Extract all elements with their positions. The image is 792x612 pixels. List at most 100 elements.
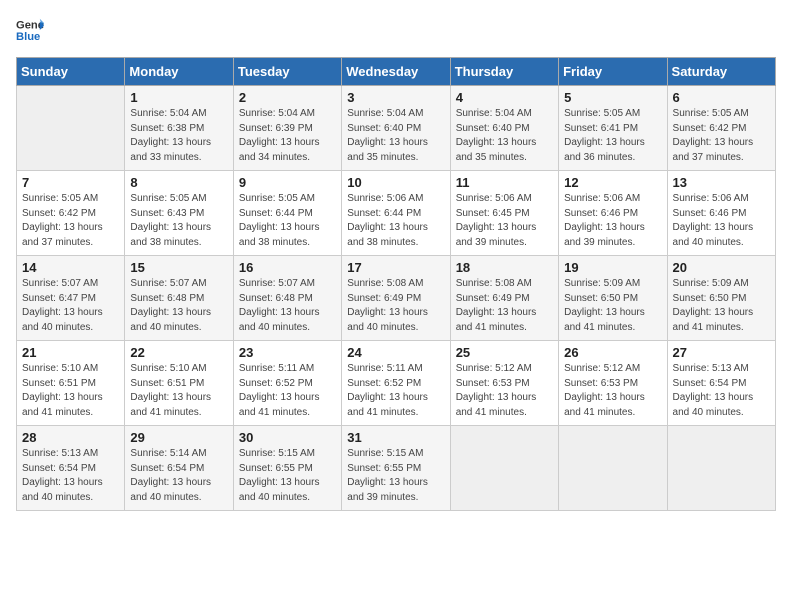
day-number: 23: [239, 345, 336, 360]
calendar-day-cell: 24Sunrise: 5:11 AMSunset: 6:52 PMDayligh…: [342, 341, 450, 426]
calendar-day-cell: 15Sunrise: 5:07 AMSunset: 6:48 PMDayligh…: [125, 256, 233, 341]
calendar-week-row: 14 Sunrise: 5:07 AMSunset: 6:47 PMDayligh…: [17, 256, 776, 341]
calendar-day-cell: 18Sunrise: 5:08 AMSunset: 6:49 PMDayligh…: [450, 256, 558, 341]
calendar-day-cell: 17 Sunrise: 5:08 AMSunset: 6:49 PMDayligh…: [342, 256, 450, 341]
calendar-week-row: 28 Sunrise: 5:13 AMSunset: 6:54 PMDayligh…: [17, 426, 776, 511]
calendar-day-cell: 12Sunrise: 5:06 AMSunset: 6:46 PMDayligh…: [559, 171, 667, 256]
day-info: Sunrise: 5:13 AMSunset: 6:54 PMDaylight:…: [22, 447, 119, 505]
calendar-day-cell: 20Sunrise: 5:09 AMSunset: 6:50 PMDayligh…: [667, 256, 775, 341]
day-info: Sunrise: 5:10 AMSunset: 6:51 PMDaylight:…: [130, 362, 227, 420]
day-info: Sunrise: 5:15 AMSunset: 6:55 PMDaylight:…: [239, 447, 336, 505]
day-number: 3: [347, 90, 444, 105]
calendar-day-cell: 16Sunrise: 5:07 AMSunset: 6:48 PMDayligh…: [233, 256, 341, 341]
calendar-day-cell: [17, 86, 125, 171]
col-header-monday: Monday: [125, 58, 233, 86]
day-number: 1: [130, 90, 227, 105]
day-info: Sunrise: 5:06 AMSunset: 6:46 PMDaylight:…: [673, 192, 770, 250]
calendar-day-cell: 10 Sunrise: 5:06 AMSunset: 6:44 PMDayligh…: [342, 171, 450, 256]
calendar-day-cell: 21 Sunrise: 5:10 AMSunset: 6:51 PMDayligh…: [17, 341, 125, 426]
day-info: Sunrise: 5:05 AMSunset: 6:42 PMDaylight:…: [22, 192, 119, 250]
day-number: 30: [239, 430, 336, 445]
calendar-day-cell: [559, 426, 667, 511]
day-number: 7: [22, 175, 119, 190]
day-info: Sunrise: 5:05 AMSunset: 6:41 PMDaylight:…: [564, 107, 661, 165]
day-info: Sunrise: 5:06 AMSunset: 6:45 PMDaylight:…: [456, 192, 553, 250]
calendar-day-cell: 5 Sunrise: 5:05 AMSunset: 6:41 PMDaylight…: [559, 86, 667, 171]
calendar-day-cell: 6 Sunrise: 5:05 AMSunset: 6:42 PMDaylight…: [667, 86, 775, 171]
calendar-day-cell: [667, 426, 775, 511]
day-number: 4: [456, 90, 553, 105]
day-info: Sunrise: 5:05 AMSunset: 6:43 PMDaylight:…: [130, 192, 227, 250]
calendar-day-cell: 31Sunrise: 5:15 AMSunset: 6:55 PMDayligh…: [342, 426, 450, 511]
day-number: 15: [130, 260, 227, 275]
day-number: 5: [564, 90, 661, 105]
calendar-table: SundayMondayTuesdayWednesdayThursdayFrid…: [16, 57, 776, 511]
day-number: 11: [456, 175, 553, 190]
day-number: 6: [673, 90, 770, 105]
calendar-day-cell: [450, 426, 558, 511]
day-number: 22: [130, 345, 227, 360]
calendar-day-cell: 14 Sunrise: 5:07 AMSunset: 6:47 PMDayligh…: [17, 256, 125, 341]
day-number: 28: [22, 430, 119, 445]
calendar-day-cell: 28 Sunrise: 5:13 AMSunset: 6:54 PMDayligh…: [17, 426, 125, 511]
calendar-day-cell: 13 Sunrise: 5:06 AMSunset: 6:46 PMDayligh…: [667, 171, 775, 256]
day-info: Sunrise: 5:13 AMSunset: 6:54 PMDaylight:…: [673, 362, 770, 420]
calendar-week-row: 21 Sunrise: 5:10 AMSunset: 6:51 PMDayligh…: [17, 341, 776, 426]
day-number: 21: [22, 345, 119, 360]
day-info: Sunrise: 5:09 AMSunset: 6:50 PMDaylight:…: [564, 277, 661, 335]
day-number: 13: [673, 175, 770, 190]
col-header-tuesday: Tuesday: [233, 58, 341, 86]
calendar-day-cell: 9Sunrise: 5:05 AMSunset: 6:44 PMDaylight…: [233, 171, 341, 256]
calendar-header-row: SundayMondayTuesdayWednesdayThursdayFrid…: [17, 58, 776, 86]
page-header: General Blue: [16, 16, 776, 49]
day-number: 12: [564, 175, 661, 190]
day-info: Sunrise: 5:07 AMSunset: 6:47 PMDaylight:…: [22, 277, 119, 335]
calendar-day-cell: 7 Sunrise: 5:05 AMSunset: 6:42 PMDaylight…: [17, 171, 125, 256]
col-header-sunday: Sunday: [17, 58, 125, 86]
calendar-day-cell: 29 Sunrise: 5:14 AMSunset: 6:54 PMDayligh…: [125, 426, 233, 511]
logo: General Blue: [16, 16, 44, 49]
calendar-day-cell: 8Sunrise: 5:05 AMSunset: 6:43 PMDaylight…: [125, 171, 233, 256]
day-number: 17: [347, 260, 444, 275]
calendar-day-cell: 30 Sunrise: 5:15 AMSunset: 6:55 PMDayligh…: [233, 426, 341, 511]
calendar-day-cell: 27Sunrise: 5:13 AMSunset: 6:54 PMDayligh…: [667, 341, 775, 426]
day-info: Sunrise: 5:04 AMSunset: 6:38 PMDaylight:…: [130, 107, 227, 165]
day-info: Sunrise: 5:04 AMSunset: 6:39 PMDaylight:…: [239, 107, 336, 165]
day-number: 25: [456, 345, 553, 360]
logo-icon: General Blue: [16, 16, 44, 44]
day-info: Sunrise: 5:08 AMSunset: 6:49 PMDaylight:…: [456, 277, 553, 335]
calendar-day-cell: 11 Sunrise: 5:06 AMSunset: 6:45 PMDayligh…: [450, 171, 558, 256]
col-header-friday: Friday: [559, 58, 667, 86]
day-info: Sunrise: 5:10 AMSunset: 6:51 PMDaylight:…: [22, 362, 119, 420]
day-info: Sunrise: 5:12 AMSunset: 6:53 PMDaylight:…: [564, 362, 661, 420]
day-number: 9: [239, 175, 336, 190]
col-header-thursday: Thursday: [450, 58, 558, 86]
day-number: 29: [130, 430, 227, 445]
calendar-day-cell: 22 Sunrise: 5:10 AMSunset: 6:51 PMDayligh…: [125, 341, 233, 426]
day-info: Sunrise: 5:14 AMSunset: 6:54 PMDaylight:…: [130, 447, 227, 505]
day-info: Sunrise: 5:12 AMSunset: 6:53 PMDaylight:…: [456, 362, 553, 420]
day-info: Sunrise: 5:05 AMSunset: 6:42 PMDaylight:…: [673, 107, 770, 165]
day-number: 20: [673, 260, 770, 275]
calendar-week-row: 7 Sunrise: 5:05 AMSunset: 6:42 PMDaylight…: [17, 171, 776, 256]
day-info: Sunrise: 5:04 AMSunset: 6:40 PMDaylight:…: [347, 107, 444, 165]
calendar-week-row: 1 Sunrise: 5:04 AMSunset: 6:38 PMDaylight…: [17, 86, 776, 171]
day-number: 10: [347, 175, 444, 190]
day-info: Sunrise: 5:06 AMSunset: 6:44 PMDaylight:…: [347, 192, 444, 250]
calendar-day-cell: 25 Sunrise: 5:12 AMSunset: 6:53 PMDayligh…: [450, 341, 558, 426]
calendar-day-cell: 19 Sunrise: 5:09 AMSunset: 6:50 PMDayligh…: [559, 256, 667, 341]
day-number: 31: [347, 430, 444, 445]
calendar-day-cell: 26Sunrise: 5:12 AMSunset: 6:53 PMDayligh…: [559, 341, 667, 426]
calendar-day-cell: 23 Sunrise: 5:11 AMSunset: 6:52 PMDayligh…: [233, 341, 341, 426]
day-number: 19: [564, 260, 661, 275]
day-info: Sunrise: 5:07 AMSunset: 6:48 PMDaylight:…: [239, 277, 336, 335]
col-header-saturday: Saturday: [667, 58, 775, 86]
day-info: Sunrise: 5:11 AMSunset: 6:52 PMDaylight:…: [347, 362, 444, 420]
col-header-wednesday: Wednesday: [342, 58, 450, 86]
day-number: 14: [22, 260, 119, 275]
calendar-day-cell: 4Sunrise: 5:04 AMSunset: 6:40 PMDaylight…: [450, 86, 558, 171]
calendar-day-cell: 1 Sunrise: 5:04 AMSunset: 6:38 PMDaylight…: [125, 86, 233, 171]
day-info: Sunrise: 5:11 AMSunset: 6:52 PMDaylight:…: [239, 362, 336, 420]
calendar-day-cell: 2Sunrise: 5:04 AMSunset: 6:39 PMDaylight…: [233, 86, 341, 171]
day-info: Sunrise: 5:08 AMSunset: 6:49 PMDaylight:…: [347, 277, 444, 335]
